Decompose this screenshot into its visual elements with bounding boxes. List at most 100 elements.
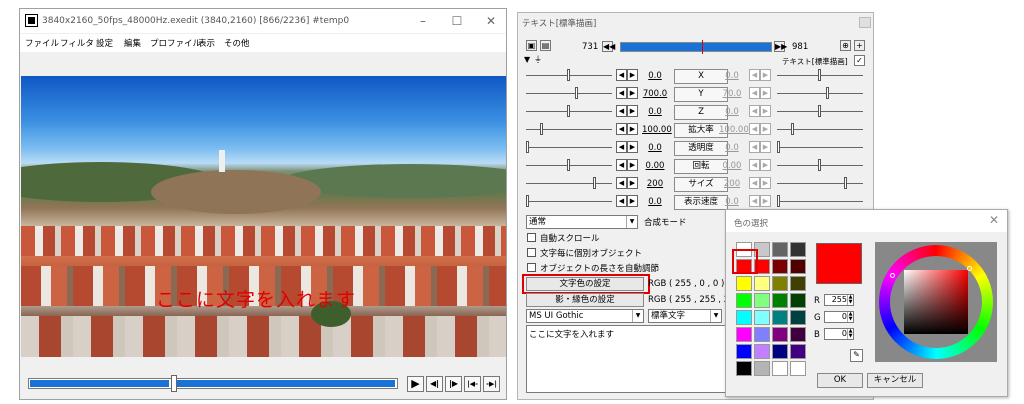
color-swatch[interactable] [772,310,788,325]
param-value-right-7[interactable]: 0.0 [719,197,745,207]
color-swatch[interactable] [772,293,788,308]
hue-wheel[interactable] [879,245,993,359]
menu-filter[interactable]: フィルタ [60,37,94,49]
param-slider-left-6[interactable] [526,183,612,184]
param-slider-thumb-right-6[interactable] [844,177,847,189]
go-end-button[interactable]: -▶| [483,376,500,392]
color-swatch[interactable] [754,344,770,359]
param-slider-thumb-right-0[interactable] [818,69,821,81]
seek-bar[interactable] [28,375,398,392]
auto-scroll-checkbox[interactable] [527,233,536,242]
param-value-left-6[interactable]: 200 [642,179,668,189]
param-slider-thumb-right-5[interactable] [818,159,821,171]
decrement-left-2[interactable]: ◀ [616,105,627,117]
spinner-icon[interactable]: ▲ ▼ [847,329,853,339]
decrement-left-7[interactable]: ◀ [616,195,627,207]
saturation-value-square[interactable] [904,270,968,334]
increment-left-0[interactable]: ▶ [627,69,638,81]
range-prev-button[interactable]: ◀◀ [602,41,615,52]
increment-right-5[interactable]: ▶ [760,159,771,171]
param-value-right-0[interactable]: 0.0 [719,71,745,81]
maximize-button[interactable]: ☐ [446,12,468,30]
play-button[interactable]: ▶ [407,376,424,392]
collapse-triangle-icon[interactable]: ▼ [524,55,530,64]
g-input[interactable]: 0 ▲ ▼ [824,311,854,323]
param-slider-right-7[interactable] [777,201,863,202]
color-swatch[interactable] [736,344,752,359]
text-content-area[interactable]: ここに文字を入れます [526,325,736,393]
color-swatch[interactable] [754,327,770,342]
param-value-right-6[interactable]: 200 [719,179,745,189]
lock-icon[interactable]: ⏚ [534,54,542,65]
color-swatch[interactable] [772,259,788,274]
color-swatch[interactable] [736,276,752,291]
add-filter-button[interactable]: + [854,40,865,51]
color-swatch[interactable] [790,259,806,274]
color-swatch[interactable] [736,310,752,325]
color-swatch[interactable] [736,361,752,376]
param-slider-left-3[interactable] [526,129,612,130]
increment-right-4[interactable]: ▶ [760,141,771,153]
param-value-left-5[interactable]: 0.00 [642,161,668,171]
color-swatch[interactable] [772,276,788,291]
param-slider-thumb-right-4[interactable] [777,141,780,153]
decrement-right-5[interactable]: ◀ [749,159,760,171]
param-value-left-1[interactable]: 700.0 [642,89,668,99]
increment-left-5[interactable]: ▶ [627,159,638,171]
param-slider-left-4[interactable] [526,147,612,148]
increment-right-0[interactable]: ▶ [760,69,771,81]
color-swatch[interactable] [790,361,806,376]
color-swatch[interactable] [790,276,806,291]
increment-left-6[interactable]: ▶ [627,177,638,189]
decrement-left-3[interactable]: ◀ [616,123,627,135]
color-swatch[interactable] [790,242,806,257]
close-button[interactable]: ✕ [480,12,502,30]
increment-right-6[interactable]: ▶ [760,177,771,189]
param-slider-right-3[interactable] [777,129,863,130]
increment-left-4[interactable]: ▶ [627,141,638,153]
copy-icon[interactable]: ▣ [526,40,537,51]
param-slider-thumb-left-5[interactable] [567,159,570,171]
param-slider-thumb-left-1[interactable] [575,87,578,99]
decrement-right-1[interactable]: ◀ [749,87,760,99]
decrement-right-0[interactable]: ◀ [749,69,760,81]
param-slider-left-7[interactable] [526,201,612,202]
param-slider-right-6[interactable] [777,183,863,184]
color-swatch[interactable] [736,293,752,308]
param-slider-thumb-left-2[interactable] [567,105,570,117]
decrement-left-4[interactable]: ◀ [616,141,627,153]
color-swatch[interactable] [772,242,788,257]
param-slider-thumb-right-7[interactable] [777,195,780,207]
font-select[interactable]: MS UI Gothic ▼ [526,309,644,323]
increment-right-1[interactable]: ▶ [760,87,771,99]
menu-edit[interactable]: 編集 [124,37,141,49]
decrement-left-6[interactable]: ◀ [616,177,627,189]
increment-left-7[interactable]: ▶ [627,195,638,207]
param-value-left-0[interactable]: 0.0 [642,71,668,81]
color-swatch[interactable] [772,344,788,359]
param-slider-thumb-right-3[interactable] [791,123,794,135]
sv-cursor[interactable] [967,266,972,271]
param-value-right-3[interactable]: 100.00 [719,125,749,135]
auto-length-checkbox[interactable] [527,263,536,272]
color-swatch[interactable] [790,293,806,308]
minimize-button[interactable]: – [412,12,434,30]
param-slider-right-1[interactable] [777,93,863,94]
menu-view[interactable]: 表示 [198,37,215,49]
shadow-color-button[interactable]: 影・縁色の設定 [526,293,644,307]
range-next-button[interactable]: ▶▶ [774,41,787,52]
decrement-left-1[interactable]: ◀ [616,87,627,99]
color-swatch[interactable] [736,327,752,342]
eyedropper-icon[interactable]: ✎ [850,349,863,362]
param-value-left-2[interactable]: 0.0 [642,107,668,117]
decrement-right-4[interactable]: ◀ [749,141,760,153]
ok-button[interactable]: OK [817,373,863,388]
decrement-right-3[interactable]: ◀ [749,123,760,135]
cancel-button[interactable]: キャンセル [867,373,923,388]
color-swatch[interactable] [754,293,770,308]
param-value-right-2[interactable]: 0.0 [719,107,745,117]
spinner-icon[interactable]: ▲ ▼ [847,312,853,322]
video-preview[interactable]: ここに文字を入れます [21,76,506,357]
r-input[interactable]: 255 ▲ ▼ [824,294,854,306]
color-swatch[interactable] [772,361,788,376]
